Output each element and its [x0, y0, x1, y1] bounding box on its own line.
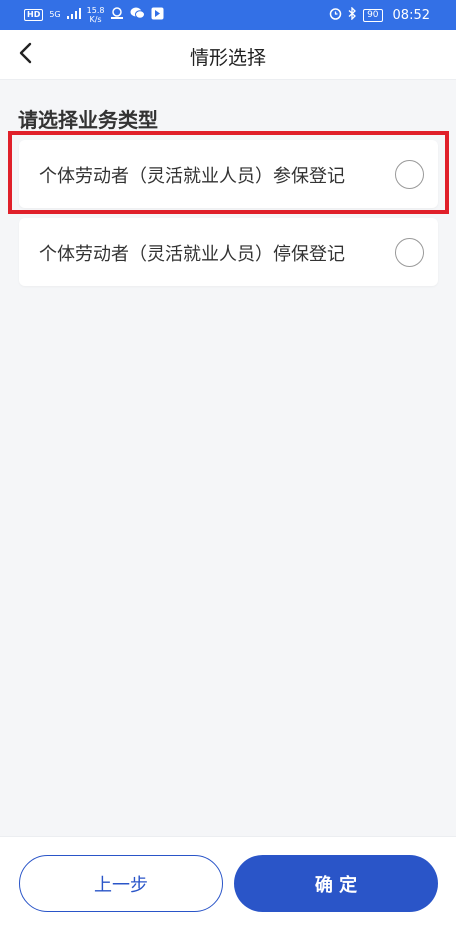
network-type: 5G [49, 10, 61, 19]
confirm-button[interactable]: 确 定 [234, 855, 438, 912]
signal-icon [66, 7, 81, 23]
speed-value: 15.8 [86, 6, 105, 15]
option-card-suspend[interactable]: 个体劳动者（灵活就业人员）停保登记 [19, 218, 438, 286]
nav-bar: 情形选择 [0, 30, 456, 80]
status-bar-right: 90 08:52 [329, 5, 430, 24]
speed-unit: K/s [89, 15, 102, 24]
previous-step-button[interactable]: 上一步 [19, 855, 223, 912]
status-bar: HD 5G 15.8 K/s 90 08:52 [0, 0, 456, 30]
radio-button[interactable] [395, 238, 424, 267]
section-title: 请选择业务类型 [18, 108, 158, 132]
location-icon [110, 6, 124, 24]
status-bar-left: HD 5G 15.8 K/s [24, 6, 164, 24]
page-title: 情形选择 [189, 47, 266, 69]
bottom-bar: 上一步 确 定 [0, 836, 456, 929]
bluetooth-icon [348, 5, 357, 24]
option-label: 个体劳动者（灵活就业人员）参保登记 [39, 166, 345, 187]
clock: 08:52 [392, 7, 430, 23]
previous-step-label: 上一步 [94, 874, 148, 896]
radio-button[interactable] [395, 160, 424, 189]
alarm-icon [329, 7, 342, 24]
option-label: 个体劳动者（灵活就业人员）停保登记 [39, 244, 345, 265]
wechat-icon [130, 7, 146, 23]
hd-badge: HD [24, 9, 44, 21]
confirm-label: 确 定 [314, 874, 358, 896]
battery-indicator: 90 [363, 8, 383, 22]
network-speed: 15.8 K/s [87, 6, 105, 24]
app-notification-icon [151, 7, 164, 24]
option-card-enroll[interactable]: 个体劳动者（灵活就业人员）参保登记 [19, 140, 438, 208]
